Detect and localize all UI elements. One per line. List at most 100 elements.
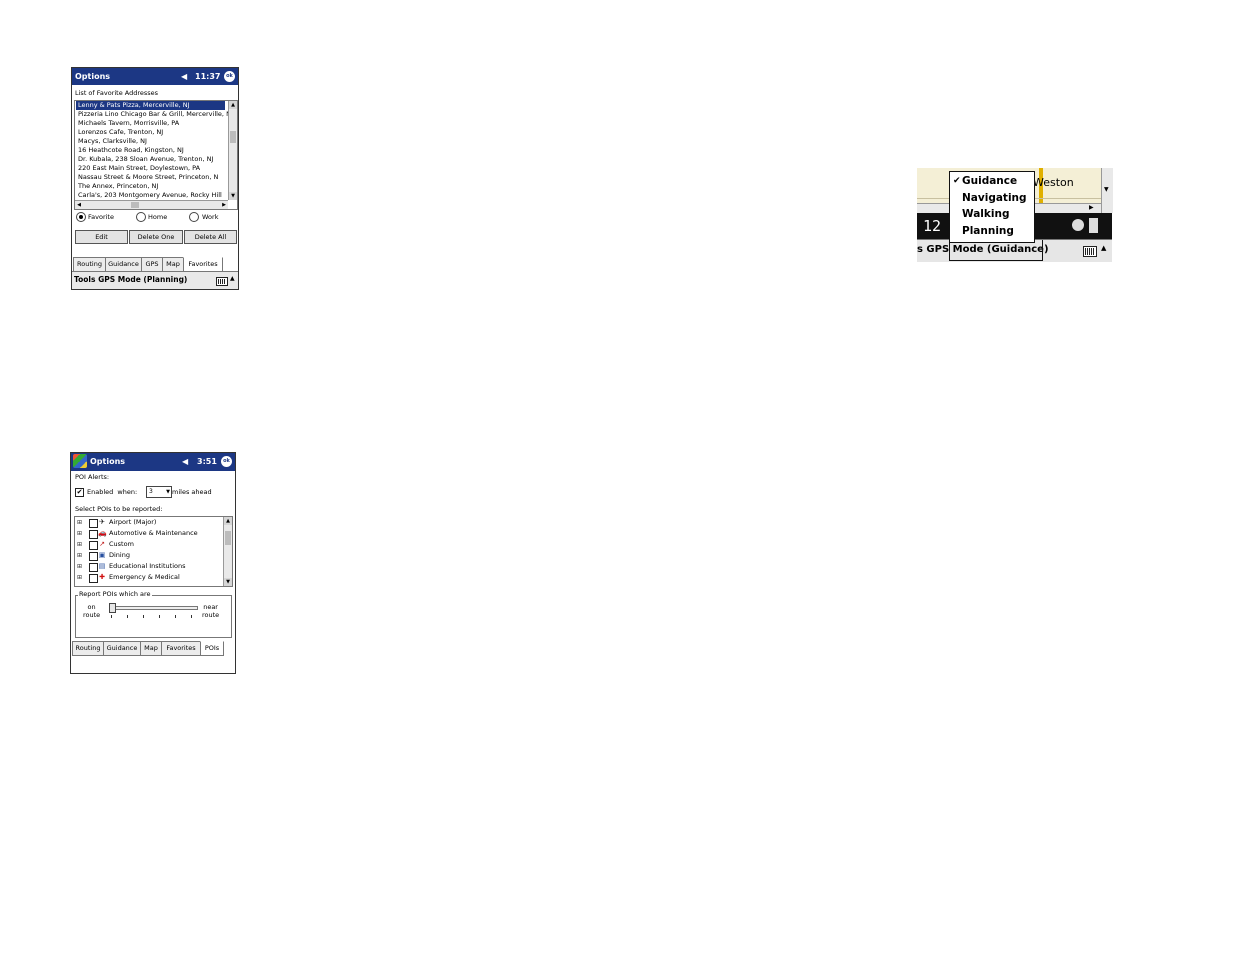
speaker-icon[interactable]: ◀ [181, 72, 187, 81]
favorite-address-item[interactable]: Michaels Tavern, Morrisville, PA [78, 119, 179, 128]
menu-item-planning[interactable]: Planning [962, 225, 1014, 237]
poi-checkbox[interactable] [89, 541, 98, 550]
scroll-down-arrow[interactable]: ▼ [224, 578, 232, 586]
info-icon[interactable] [1089, 218, 1098, 233]
favorite-address-item[interactable]: Nassau Street & Moore Street, Princeton,… [78, 173, 218, 182]
keyboard-icon[interactable] [1083, 246, 1097, 257]
car-icon: 🚗 [98, 529, 107, 537]
poi-category-label[interactable]: Emergency & Medical [109, 573, 180, 582]
poi-options-screen: Options ◀ 3:51 ok POI Alerts: ✔ Enabled … [70, 452, 236, 674]
route-slider-thumb[interactable] [109, 603, 116, 613]
speaker-icon[interactable]: ◀ [182, 457, 188, 466]
scroll-right-arrow[interactable]: ▶ [220, 201, 228, 209]
scroll-up-arrow[interactable]: ▲ [229, 101, 237, 109]
radio-favorite[interactable] [76, 212, 86, 222]
edit-button[interactable]: Edit [75, 230, 128, 244]
menu-item-walking[interactable]: Walking [962, 208, 1009, 220]
menu-bar-text[interactable]: Tools GPS Mode (Planning) [74, 275, 187, 284]
tab-routing[interactable]: Routing [72, 641, 104, 656]
map-vertical-scrollbar[interactable]: ▼ [1101, 168, 1113, 213]
poi-category-label[interactable]: Educational Institutions [109, 562, 186, 571]
chevron-down-icon[interactable]: ▼ [166, 487, 170, 497]
poi-category-label[interactable]: Dining [109, 551, 130, 560]
poi-checkbox[interactable] [89, 519, 98, 528]
dining-icon: ▣ [98, 551, 106, 559]
tab-map[interactable]: Map [162, 257, 184, 272]
poi-category-label[interactable]: Custom [109, 540, 134, 549]
favorite-address-item[interactable]: 220 East Main Street, Doylestown, PA [78, 164, 200, 173]
expand-icon[interactable]: ⊞ [77, 519, 82, 526]
favorites-options-screen: Options ◀ 11:37 ok List of Favorite Addr… [71, 67, 239, 290]
favorite-address-item[interactable]: Pizzeria Lino Chicago Bar & Grill, Merce… [78, 110, 231, 119]
menu-item-navigating[interactable]: Navigating [962, 192, 1027, 204]
poi-vertical-scrollbar[interactable]: ▲ ▼ [223, 517, 232, 586]
tab-guidance[interactable]: Guidance [105, 257, 142, 272]
hscroll-thumb[interactable] [131, 202, 139, 208]
favorite-address-item[interactable]: Lenny & Pats Pizza, Mercerville, NJ [76, 101, 225, 110]
favorite-address-item[interactable]: The Annex, Princeton, NJ [78, 182, 158, 191]
favorite-address-item[interactable]: Carla's, 203 Montgomery Avenue, Rocky Hi… [78, 191, 222, 200]
favorite-address-item[interactable]: Macys, Clarksville, NJ [78, 137, 147, 146]
poi-alerts-label: POI Alerts: [75, 473, 110, 481]
tab-strip: Routing Guidance Map Favorites POIs [72, 641, 234, 656]
poi-category-label[interactable]: Automotive & Maintenance [109, 529, 198, 538]
delete-one-button[interactable]: Delete One [129, 230, 183, 244]
scroll-left-arrow[interactable]: ◀ [75, 201, 83, 209]
tab-favorites[interactable]: Favorites [161, 641, 201, 656]
poi-category-label[interactable]: Airport (Major) [109, 518, 156, 527]
favorite-address-item[interactable]: Dr. Kubala, 238 Sloan Avenue, Trenton, N… [78, 155, 213, 164]
poi-checkbox[interactable] [89, 530, 98, 539]
window-title: Options [75, 72, 111, 81]
tab-favorites[interactable]: Favorites [183, 257, 223, 272]
favorites-listbox[interactable]: Lenny & Pats Pizza, Mercerville, NJ Pizze… [74, 100, 238, 210]
radio-home-label: Home [148, 213, 168, 221]
expand-icon[interactable]: ⊞ [77, 530, 82, 537]
scroll-down-arrow[interactable]: ▼ [1104, 186, 1109, 193]
radio-home[interactable] [136, 212, 146, 222]
slider-ticks [111, 615, 196, 618]
near-route-label: near route [202, 603, 220, 619]
favorites-vertical-scrollbar[interactable]: ▲ ▼ [228, 101, 237, 200]
expand-icon[interactable]: ⊞ [77, 574, 82, 581]
scroll-up-arrow[interactable]: ▲ [224, 517, 232, 525]
medical-cross-icon: ✚ [99, 573, 105, 581]
gps-icon[interactable] [1072, 219, 1084, 231]
checkmark-icon: ✔ [953, 176, 961, 186]
ok-button[interactable]: ok [221, 456, 232, 467]
miles-value: 3 [149, 488, 153, 495]
window-title: Options [90, 457, 126, 466]
tab-guidance[interactable]: Guidance [103, 641, 141, 656]
miles-dropdown[interactable]: 3 ▼ [146, 486, 172, 498]
poi-tree[interactable]: ⊞ ✈ Airport (Major) ⊞ 🚗 Automotive & Maintena… [74, 516, 233, 587]
tab-map[interactable]: Map [140, 641, 162, 656]
mode-menu-item-outline [949, 240, 1043, 261]
scroll-right-arrow[interactable]: ▶ [1089, 204, 1094, 211]
expand-icon[interactable]: ⊞ [77, 552, 82, 559]
poi-checkbox[interactable] [89, 563, 98, 572]
tab-pois[interactable]: POIs [200, 641, 224, 656]
clock: 3:51 [197, 457, 217, 466]
favorites-horizontal-scrollbar[interactable]: ◀ ▶ [75, 200, 228, 209]
poi-checkbox[interactable] [89, 574, 98, 583]
expand-icon[interactable]: ⊞ [77, 563, 82, 570]
tab-gps[interactable]: GPS [141, 257, 163, 272]
enabled-checkbox[interactable]: ✔ [75, 488, 84, 497]
route-slider-track[interactable] [109, 606, 198, 610]
tab-routing[interactable]: Routing [73, 257, 106, 272]
scroll-down-arrow[interactable]: ▼ [229, 192, 237, 200]
sip-arrow-icon[interactable]: ▲ [230, 275, 235, 282]
menu-item-guidance[interactable]: Guidance [962, 175, 1017, 187]
expand-icon[interactable]: ⊞ [77, 541, 82, 548]
sip-arrow-icon[interactable]: ▲ [1101, 244, 1106, 252]
scroll-thumb[interactable] [230, 131, 236, 143]
scroll-thumb[interactable] [225, 531, 231, 545]
map-place-label: Weston [1033, 176, 1074, 189]
radio-work[interactable] [189, 212, 199, 222]
favorite-address-item[interactable]: Lorenzos Cafe, Trenton, NJ [78, 128, 163, 137]
keyboard-icon[interactable] [216, 277, 228, 286]
ok-button[interactable]: ok [224, 71, 235, 82]
start-flag-icon[interactable] [73, 454, 87, 468]
delete-all-button[interactable]: Delete All [184, 230, 237, 244]
favorite-address-item[interactable]: 16 Heathcote Road, Kingston, NJ [78, 146, 184, 155]
poi-checkbox[interactable] [89, 552, 98, 561]
